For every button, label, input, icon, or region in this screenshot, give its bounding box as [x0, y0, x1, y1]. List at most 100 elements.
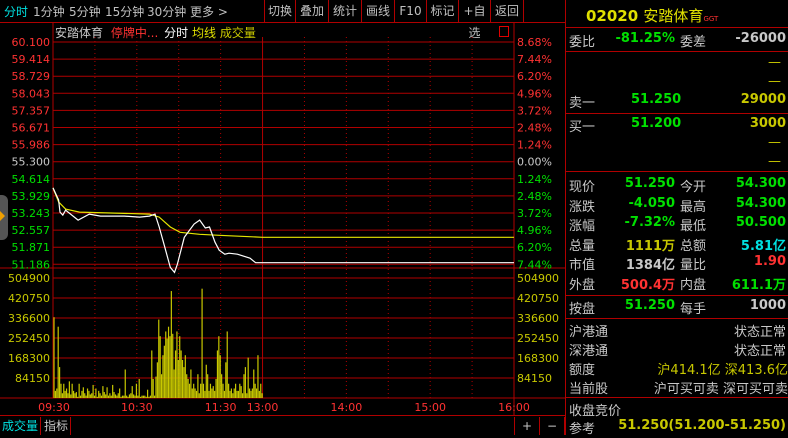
stat-row: 现价 51.250 今开 54.300 — [566, 176, 788, 196]
quota-label: 额度 — [569, 363, 596, 378]
pct-tick-label: 3.72% — [517, 104, 552, 117]
stat-value: 5.81亿 — [740, 238, 786, 254]
time-tick-label: 11:30 — [205, 401, 237, 414]
pct-tick-label: 6.20% — [517, 241, 552, 254]
time-tick-label: 09:30 — [38, 401, 70, 414]
stat-row: 总量 1111万 总额 5.81亿 — [566, 235, 788, 255]
arrow-right-icon — [0, 211, 5, 221]
weicha-value: -26000 — [735, 31, 786, 46]
hgt-label: 沪港通 — [569, 325, 609, 340]
time-tick-label: 16:00 — [498, 401, 530, 414]
pct-tick-label: 3.72% — [517, 207, 552, 220]
pct-tick-label: 0.00% — [517, 156, 552, 169]
stat-value: 1111万 — [625, 238, 675, 254]
volume-tick-label: 420750 — [8, 292, 50, 305]
stat-value: 54.300 — [735, 176, 786, 191]
sgt-status: 状态正常 — [733, 344, 786, 359]
price-tick-label: 59.414 — [12, 53, 51, 66]
reference-price: 51.250(51.200-51.250) — [618, 418, 786, 433]
tab-volume[interactable]: 成交量 — [0, 417, 42, 435]
stat-value: 611.1万 — [731, 277, 786, 293]
volume-tick-label: 504900 — [517, 272, 559, 285]
stat-label: 最低 — [680, 219, 707, 234]
volume-tick-label: 168300 — [517, 352, 559, 365]
price-tick-label: 60.100 — [12, 36, 51, 49]
pct-tick-label: 7.44% — [517, 258, 552, 271]
sell1-label: 卖一 — [569, 96, 596, 111]
weibi-value: -81.25% — [615, 31, 675, 46]
stat-value: -7.32% — [624, 215, 676, 230]
stat-label: 总量 — [569, 238, 596, 254]
pct-tick-label: 1.24% — [517, 139, 552, 152]
chart-stock-name: 安踏体育 — [55, 26, 104, 40]
current-stock-status: 沪可买可卖 深可买可卖 — [653, 382, 788, 397]
buy1-price: 51.200 — [631, 116, 682, 131]
zoom-out-button[interactable]: − — [540, 417, 565, 435]
price-tick-label: 51.186 — [12, 258, 51, 271]
price-tick-label: 58.043 — [12, 87, 51, 100]
time-tick-label: 10:30 — [121, 401, 153, 414]
sell2-empty: — — [768, 74, 781, 89]
volume-tick-label: 252450 — [8, 332, 50, 345]
zoom-in-button[interactable]: + — [514, 417, 540, 435]
stat-label: 量比 — [680, 258, 707, 273]
pct-tick-label: 2.48% — [517, 122, 552, 135]
stat-value: 500.4万 — [620, 277, 675, 293]
stat-label: 涨跌 — [569, 199, 596, 215]
weibi-row: 委比 -81.25% 委差 -26000 — [566, 31, 788, 51]
maximize-icon[interactable] — [499, 26, 509, 37]
buy3-empty: — — [768, 154, 781, 169]
stat-label: 今开 — [680, 180, 707, 195]
price-tick-label: 55.986 — [12, 139, 51, 152]
sell1-row: 卖一 51.250 29000 — [566, 92, 788, 112]
stat-row: 涨幅 -7.32% 最低 50.500 — [566, 215, 788, 235]
ggt-tag: GGT — [703, 15, 719, 23]
price-tick-label: 52.557 — [12, 224, 51, 237]
stat-label: 外盘 — [569, 277, 596, 293]
volume-tick-label: 168300 — [8, 352, 50, 365]
pct-tick-label: 8.68% — [517, 36, 552, 49]
volume-tick-label: 420750 — [517, 292, 559, 305]
price-tick-label: 56.671 — [12, 122, 51, 135]
weicha-label: 委差 — [680, 35, 707, 50]
stock-title: 02020 安踏体育GGT — [586, 5, 718, 26]
stat-value: 50.500 — [735, 215, 786, 230]
mode-label: 分时 — [164, 26, 189, 40]
suspended-status: 停牌中... — [110, 26, 159, 40]
stat-value: 51.250 — [624, 176, 675, 191]
volume-tick-label: 252450 — [517, 332, 559, 345]
collapse-handle[interactable] — [0, 195, 8, 240]
stat-row: 外盘 500.4万 内盘 611.1万 — [566, 274, 788, 294]
avg-line-label: 均线 — [191, 26, 216, 40]
stat-label: 现价 — [569, 180, 596, 195]
price-tick-label: 53.929 — [12, 190, 51, 203]
reference-label: 参考 — [569, 422, 596, 437]
volume-tick-label: 336600 — [8, 312, 50, 325]
tab-indicator[interactable]: 指标 — [42, 417, 72, 435]
stat-row: 涨跌 -4.050 最高 54.300 — [566, 196, 788, 216]
volume-tick-label: 336600 — [517, 312, 559, 325]
anpan-value: 51.250 — [624, 298, 675, 313]
stat-label: 内盘 — [680, 277, 707, 293]
volume-tick-label: 84150 — [15, 372, 50, 385]
time-tick-label: 15:00 — [414, 401, 446, 414]
sgt-label: 深港通 — [569, 344, 609, 359]
pct-tick-label: 4.96% — [517, 224, 552, 237]
quote-panel: 02020 安踏体育GGT 委比 -81.25% 委差 -26000 — — 卖… — [565, 0, 788, 437]
pct-tick-label: 2.48% — [517, 190, 552, 203]
price-tick-label: 55.300 — [12, 156, 51, 169]
closing-auction-label: 收盘竞价 — [569, 404, 622, 419]
stat-value: 1384亿 — [625, 258, 675, 273]
pct-tick-label: 4.96% — [517, 87, 552, 100]
volume-tick-label: 84150 — [517, 372, 552, 385]
weibi-label: 委比 — [569, 35, 596, 50]
sell3-empty: — — [768, 55, 781, 70]
stat-value: -4.050 — [628, 195, 675, 211]
buy1-volume: 3000 — [749, 116, 786, 131]
price-tick-label: 53.243 — [12, 207, 51, 220]
anpan-row: 按盘 51.250 每手 1000 — [566, 298, 788, 318]
price-tick-label: 54.614 — [12, 173, 51, 186]
buy2-empty: — — [768, 135, 781, 150]
intraday-chart[interactable]: 60.100 8.68% 59.414 7.44% 58.729 6.20% 58.043 4… — [0, 0, 565, 415]
stat-row: 市值 1384亿 量比 1.90 — [566, 254, 788, 274]
